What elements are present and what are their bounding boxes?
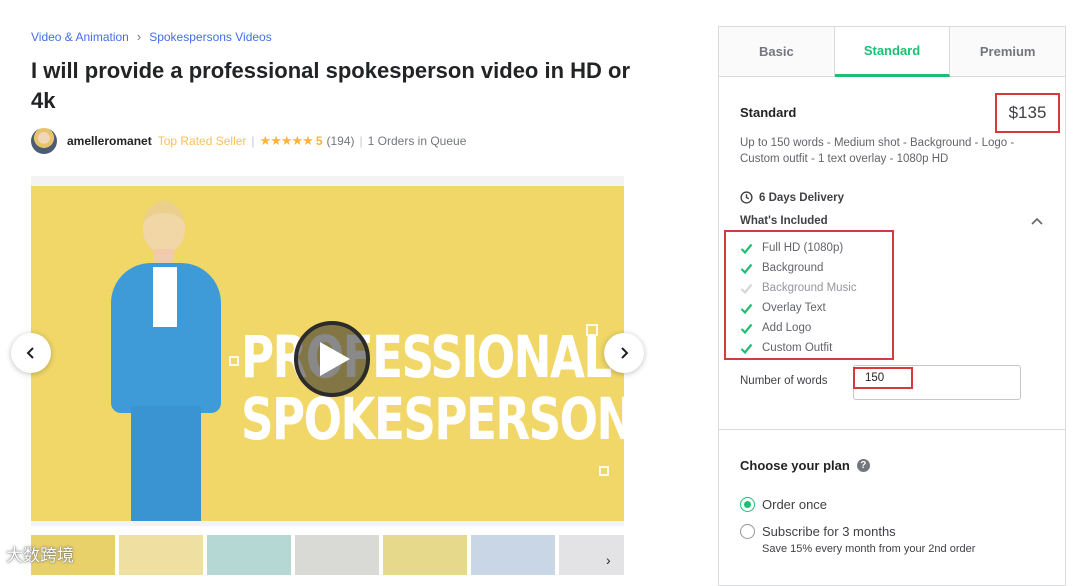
package-price: $135 <box>995 93 1060 133</box>
promo-text: PROFESSIONAL SPOKESPERSON <box>241 323 624 453</box>
words-input-value[interactable]: 150 <box>853 367 913 389</box>
breadcrumb-subcategory-link[interactable]: Spokespersons Videos <box>149 30 272 44</box>
tab-premium[interactable]: Premium <box>950 27 1066 76</box>
watermark-logo: 大数跨境 <box>6 541 74 566</box>
spokesperson-figure <box>101 201 231 521</box>
gallery-thumbnail[interactable] <box>295 535 379 575</box>
clock-icon <box>740 191 753 204</box>
tab-basic[interactable]: Basic <box>719 27 835 76</box>
check-icon <box>740 263 753 274</box>
whats-included-toggle[interactable]: What's Included <box>740 215 828 227</box>
package-card: Basic Standard Premium Standard $135 Up … <box>718 26 1066 586</box>
gallery-thumbnails <box>31 535 624 575</box>
package-tabs: Basic Standard Premium <box>719 27 1066 77</box>
delivery-time: 6 Days Delivery <box>740 191 844 204</box>
feature-item: Background Music <box>740 278 892 298</box>
tab-standard[interactable]: Standard <box>834 27 951 77</box>
watermark-text: 大数跨境 <box>6 546 74 566</box>
package-name: Standard <box>740 105 797 120</box>
check-icon <box>740 323 753 334</box>
check-icon <box>740 283 753 294</box>
breadcrumb: Video & Animation › Spokespersons Videos <box>31 29 272 44</box>
plan-option-order-once[interactable]: Order once <box>740 497 827 512</box>
decorative-square <box>599 466 609 476</box>
gallery-thumbnail[interactable] <box>471 535 555 575</box>
chevron-up-icon[interactable] <box>1030 213 1044 231</box>
feature-item: Overlay Text <box>740 298 892 318</box>
breadcrumb-category-link[interactable]: Video & Animation <box>31 30 129 44</box>
plan-option-subscribe[interactable]: Subscribe for 3 months <box>740 524 896 539</box>
gig-title: I will provide a professional spokespers… <box>31 58 631 113</box>
divider: | <box>251 134 255 148</box>
gallery-next-button[interactable] <box>604 333 644 373</box>
package-description: Up to 150 words - Medium shot - Backgrou… <box>740 137 1015 165</box>
thumbnails-next-icon[interactable]: › <box>606 552 611 568</box>
check-icon <box>740 343 753 354</box>
review-count-link[interactable]: (194) <box>327 134 355 148</box>
gallery-thumbnail[interactable] <box>207 535 291 575</box>
play-button[interactable] <box>294 321 370 397</box>
seller-level-badge: Top Rated Seller <box>157 134 247 148</box>
decorative-square <box>229 356 239 366</box>
radio-selected-icon[interactable] <box>740 497 755 512</box>
plan-title: Choose your plan <box>740 458 850 473</box>
check-icon <box>740 243 753 254</box>
gallery-thumbnail[interactable] <box>119 535 203 575</box>
subscribe-note: Save 15% every month from your 2nd order <box>762 543 976 555</box>
delivery-label: 6 Days Delivery <box>759 191 845 204</box>
help-icon[interactable]: ? <box>856 459 870 472</box>
orders-in-queue: 1 Orders in Queue <box>367 134 467 148</box>
gallery-slide-video[interactable]: PROFESSIONAL SPOKESPERSON <box>31 186 624 521</box>
play-icon <box>320 342 350 376</box>
divider: | <box>359 134 363 148</box>
rating-score: 5 <box>315 134 323 148</box>
gallery-thumbnail[interactable] <box>559 535 624 575</box>
feature-item: Background <box>740 258 892 278</box>
feature-list: Full HD (1080p) Background Background Mu… <box>724 230 894 360</box>
feature-item: Custom Outfit <box>740 338 892 358</box>
seller-avatar[interactable] <box>31 128 57 154</box>
radio-unselected-icon[interactable] <box>740 524 755 539</box>
seller-overview: amelleromanet Top Rated Seller | ★★★★★ 5… <box>31 128 466 154</box>
feature-item: Add Logo <box>740 318 892 338</box>
words-label: Number of words <box>740 375 828 387</box>
star-rating-icons: ★★★★★ <box>259 133 314 148</box>
plan-heading: Choose your plan ? <box>740 458 870 473</box>
chevron-left-icon <box>26 347 34 359</box>
feature-item: Full HD (1080p) <box>740 238 892 258</box>
gig-gallery: PROFESSIONAL SPOKESPERSON <box>31 176 624 526</box>
chevron-right-icon: › <box>136 29 142 44</box>
chevron-right-icon <box>621 347 629 359</box>
gallery-prev-button[interactable] <box>11 333 51 373</box>
gallery-thumbnail[interactable] <box>383 535 467 575</box>
check-icon <box>740 303 753 314</box>
seller-name-link[interactable]: amelleromanet <box>67 134 152 148</box>
divider <box>719 429 1065 430</box>
